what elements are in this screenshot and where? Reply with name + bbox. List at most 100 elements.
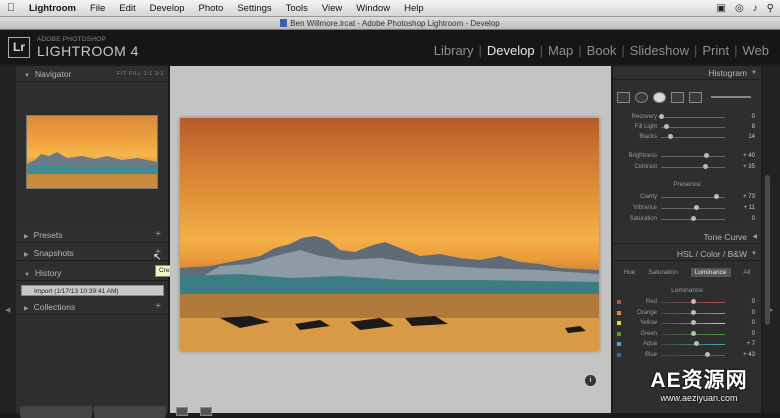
red-eye-icon[interactable] (653, 91, 666, 103)
menu-photo[interactable]: Photo (192, 3, 231, 14)
history-item-import[interactable]: Import (1/17/13 10:39:41 AM) (21, 285, 164, 296)
slider-knob[interactable] (693, 341, 699, 346)
main-photo[interactable] (180, 118, 599, 351)
slider-knob[interactable] (694, 205, 700, 210)
slider-brightness[interactable]: Brightness + 40 (613, 151, 761, 161)
slider-value[interactable]: 0 (731, 214, 755, 224)
slider-knob[interactable] (714, 194, 720, 199)
slider-yellow[interactable]: Yellow 0 (613, 318, 761, 328)
before-after-view-icon[interactable] (200, 407, 212, 416)
slider-value[interactable]: + 73 (731, 192, 755, 202)
grid-overlay-icon[interactable] (617, 91, 630, 103)
slider-recovery[interactable]: Recovery 0 (613, 112, 761, 122)
tab-hue[interactable]: Hue (623, 269, 635, 276)
volume-icon[interactable]: ♪ (753, 3, 758, 14)
menu-edit[interactable]: Edit (112, 3, 142, 14)
hsl-header[interactable]: HSL / Color / B&W ▼ (613, 247, 761, 261)
menu-develop[interactable]: Develop (143, 3, 192, 14)
slider-value[interactable]: + 7 (731, 339, 755, 349)
slider-track[interactable] (661, 156, 725, 157)
presets-header[interactable]: ▶ Presets + (16, 227, 168, 243)
slider-aqua[interactable]: Aqua + 7 (613, 339, 761, 349)
navigator-header[interactable]: ▼ Navigator FIT FILL 1:1 3:1 (16, 66, 168, 82)
apple-menu-icon[interactable]:  (0, 2, 22, 14)
slider-contrast[interactable]: Contrast + 35 (613, 162, 761, 172)
slider-blacks[interactable]: Blacks 14 (613, 132, 761, 142)
navigator-preview[interactable] (26, 115, 158, 189)
slider-green[interactable]: Green 0 (613, 329, 761, 339)
menu-view[interactable]: View (315, 3, 349, 14)
slider-track[interactable] (661, 208, 725, 209)
slider-value[interactable]: + 35 (731, 162, 755, 172)
tone-curve-header[interactable]: Tone Curve ◀ (613, 230, 761, 244)
slider-knob[interactable] (691, 299, 696, 304)
menu-tools[interactable]: Tools (279, 3, 315, 14)
menu-window[interactable]: Window (349, 3, 397, 14)
graduated-filter-icon[interactable] (671, 91, 684, 103)
right-panel-scrollbar[interactable] (765, 175, 770, 325)
slider-value[interactable]: + 43 (731, 350, 755, 360)
history-header[interactable]: ▼ History (16, 265, 168, 281)
menu-app-name[interactable]: Lightroom (22, 3, 83, 14)
slider-vibrance[interactable]: Vibrance + 11 (613, 203, 761, 213)
tab-all[interactable]: All (743, 269, 750, 276)
slider-blue[interactable]: Blue + 43 (613, 350, 761, 360)
slider-knob[interactable] (691, 330, 696, 336)
slider-value[interactable]: 0 (731, 329, 755, 339)
spotlight-search-icon[interactable]: ⚲ (767, 3, 774, 14)
add-collection-icon[interactable]: + (155, 299, 161, 315)
loupe-view-icon[interactable] (176, 407, 188, 416)
display-mirror-icon[interactable]: ▣ (716, 3, 725, 14)
tab-luminance[interactable]: Luminance (690, 267, 731, 277)
slider-track[interactable] (661, 167, 725, 168)
tab-saturation[interactable]: Saturation (648, 269, 678, 276)
adjustment-brush-icon[interactable] (689, 91, 702, 103)
slider-track[interactable] (661, 127, 725, 128)
slider-saturation[interactable]: Saturation 0 (613, 214, 761, 224)
slider-value[interactable]: 0 (731, 308, 755, 318)
slider-clarity[interactable]: Clarity + 73 (613, 192, 761, 202)
slider-orange[interactable]: Orange 0 (613, 308, 761, 318)
menu-file[interactable]: File (83, 3, 112, 14)
slider-value[interactable]: 8 (731, 122, 755, 132)
collections-header[interactable]: ▶ Collections + (16, 299, 168, 315)
slider-red[interactable]: Red 0 (613, 297, 761, 307)
module-print[interactable]: Print (697, 43, 734, 58)
menu-settings[interactable]: Settings (230, 3, 278, 14)
slider-value[interactable]: + 11 (731, 203, 755, 213)
add-preset-icon[interactable]: + (155, 227, 161, 243)
module-develop[interactable]: Develop (482, 43, 540, 58)
module-book[interactable]: Book (582, 43, 622, 58)
slider-value[interactable]: + 40 (731, 151, 755, 161)
slider-track[interactable] (661, 117, 725, 118)
slider-value[interactable]: 14 (731, 132, 755, 142)
module-web[interactable]: Web (738, 43, 775, 58)
slider-knob[interactable] (691, 309, 696, 315)
slider-knob[interactable] (659, 114, 664, 119)
slider-track[interactable] (661, 354, 725, 356)
navigator-zoom-modes[interactable]: FIT FILL 1:1 3:1 (117, 66, 164, 82)
slider-track[interactable] (661, 344, 725, 345)
slider-value[interactable]: 0 (731, 112, 755, 122)
slider-knob[interactable] (705, 351, 711, 357)
module-map[interactable]: Map (543, 43, 578, 58)
left-panel-toggle[interactable]: ◀ (0, 66, 16, 413)
spot-removal-icon[interactable] (635, 91, 648, 103)
collapse-left-icon[interactable]: ◀ (5, 306, 10, 314)
wifi-icon[interactable]: ◎ (735, 3, 744, 14)
slider-knob[interactable] (667, 134, 673, 139)
slider-knob[interactable] (664, 124, 670, 129)
slider-knob[interactable] (703, 153, 709, 158)
slider-value[interactable]: 0 (731, 318, 755, 328)
paste-button[interactable] (94, 406, 166, 418)
module-library[interactable]: Library (429, 43, 479, 58)
slider-knob[interactable] (702, 164, 708, 169)
info-icon[interactable]: i (585, 375, 596, 386)
slider-knob[interactable] (691, 216, 696, 221)
slider-value[interactable]: 0 (731, 297, 755, 307)
tool-slider[interactable] (711, 96, 751, 98)
copy-button[interactable] (20, 406, 92, 418)
module-slideshow[interactable]: Slideshow (625, 43, 694, 58)
menu-help[interactable]: Help (397, 3, 431, 14)
snapshots-header[interactable]: ▶ Snapshots + (16, 245, 168, 261)
